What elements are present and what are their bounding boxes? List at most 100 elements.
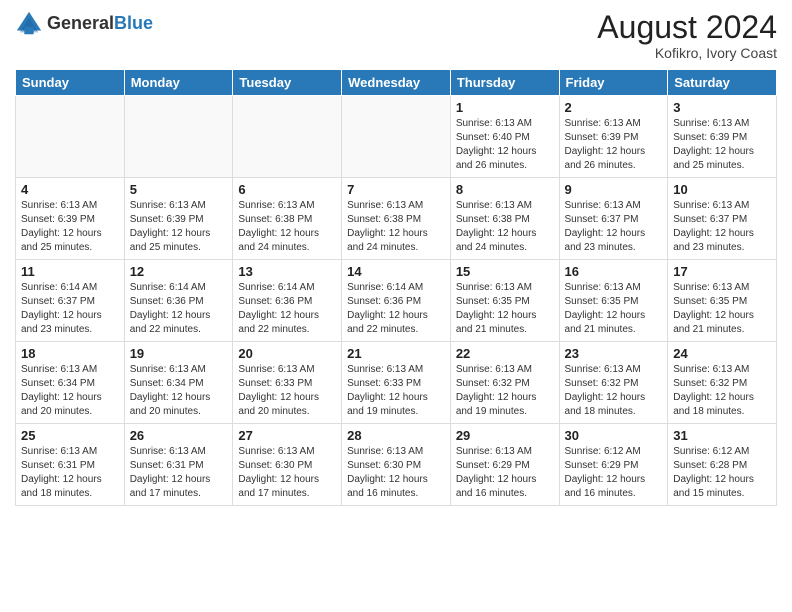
day-number: 24 xyxy=(673,346,771,361)
day-info: Sunrise: 6:12 AM Sunset: 6:28 PM Dayligh… xyxy=(673,445,771,501)
calendar-cell: 10 Sunrise: 6:13 AM Sunset: 6:37 PM Dayli… xyxy=(668,178,777,260)
day-number: 20 xyxy=(238,346,336,361)
day-info: Sunrise: 6:13 AM Sunset: 6:30 PM Dayligh… xyxy=(347,445,445,501)
calendar-cell: 3Sunrise: 6:13 AM Sunset: 6:39 PM Daylig… xyxy=(668,96,777,178)
day-number: 2 xyxy=(565,100,663,115)
day-number: 28 xyxy=(347,428,445,443)
calendar-cell: 20 Sunrise: 6:13 AM Sunset: 6:33 PM Dayli… xyxy=(233,342,342,424)
month-year: August 2024 xyxy=(597,10,777,45)
day-info: Sunrise: 6:13 AM Sunset: 6:34 PM Dayligh… xyxy=(21,363,119,419)
calendar-cell: 27 Sunrise: 6:13 AM Sunset: 6:30 PM Dayli… xyxy=(233,424,342,506)
calendar-cell: 5 Sunrise: 6:13 AM Sunset: 6:39 PM Daylig… xyxy=(124,178,233,260)
calendar-cell: 4 Sunrise: 6:13 AM Sunset: 6:39 PM Daylig… xyxy=(16,178,125,260)
day-info: Sunrise: 6:13 AM Sunset: 6:32 PM Dayligh… xyxy=(673,363,771,419)
calendar-cell: 23Sunrise: 6:13 AM Sunset: 6:32 PM Dayli… xyxy=(559,342,668,424)
col-friday: Friday xyxy=(559,70,668,96)
day-info: Sunrise: 6:13 AM Sunset: 6:34 PM Dayligh… xyxy=(130,363,228,419)
calendar-cell: 7 Sunrise: 6:13 AM Sunset: 6:38 PM Daylig… xyxy=(342,178,451,260)
calendar-week-4: 18 Sunrise: 6:13 AM Sunset: 6:34 PM Dayli… xyxy=(16,342,777,424)
day-info: Sunrise: 6:14 AM Sunset: 6:37 PM Dayligh… xyxy=(21,281,119,337)
day-info: Sunrise: 6:13 AM Sunset: 6:40 PM Dayligh… xyxy=(456,117,554,173)
calendar-cell xyxy=(124,96,233,178)
day-number: 27 xyxy=(238,428,336,443)
calendar-cell: 6Sunrise: 6:13 AM Sunset: 6:38 PM Daylig… xyxy=(233,178,342,260)
day-number: 26 xyxy=(130,428,228,443)
day-number: 4 xyxy=(21,182,119,197)
calendar-cell: 22 Sunrise: 6:13 AM Sunset: 6:32 PM Dayli… xyxy=(450,342,559,424)
logo-blue: Blue xyxy=(114,13,153,33)
day-info: Sunrise: 6:13 AM Sunset: 6:39 PM Dayligh… xyxy=(673,117,771,173)
day-number: 7 xyxy=(347,182,445,197)
calendar-week-5: 25 Sunrise: 6:13 AM Sunset: 6:31 PM Dayli… xyxy=(16,424,777,506)
calendar-cell: 19 Sunrise: 6:13 AM Sunset: 6:34 PM Dayli… xyxy=(124,342,233,424)
calendar-cell: 21 Sunrise: 6:13 AM Sunset: 6:33 PM Dayli… xyxy=(342,342,451,424)
day-number: 19 xyxy=(130,346,228,361)
day-number: 13 xyxy=(238,264,336,279)
day-info: Sunrise: 6:13 AM Sunset: 6:38 PM Dayligh… xyxy=(347,199,445,255)
day-info: Sunrise: 6:13 AM Sunset: 6:31 PM Dayligh… xyxy=(130,445,228,501)
calendar-cell: 2Sunrise: 6:13 AM Sunset: 6:39 PM Daylig… xyxy=(559,96,668,178)
calendar-cell: 9 Sunrise: 6:13 AM Sunset: 6:37 PM Daylig… xyxy=(559,178,668,260)
day-number: 17 xyxy=(673,264,771,279)
day-number: 9 xyxy=(565,182,663,197)
day-number: 14 xyxy=(347,264,445,279)
day-info: Sunrise: 6:13 AM Sunset: 6:35 PM Dayligh… xyxy=(565,281,663,337)
day-number: 31 xyxy=(673,428,771,443)
day-number: 23 xyxy=(565,346,663,361)
calendar-cell: 29Sunrise: 6:13 AM Sunset: 6:29 PM Dayli… xyxy=(450,424,559,506)
calendar-header-row: Sunday Monday Tuesday Wednesday Thursday… xyxy=(16,70,777,96)
logo-text: GeneralBlue xyxy=(47,14,153,34)
title-section: August 2024 Kofikro, Ivory Coast xyxy=(597,10,777,61)
day-info: Sunrise: 6:13 AM Sunset: 6:33 PM Dayligh… xyxy=(347,363,445,419)
day-number: 22 xyxy=(456,346,554,361)
col-sunday: Sunday xyxy=(16,70,125,96)
logo: GeneralBlue xyxy=(15,10,153,38)
day-number: 16 xyxy=(565,264,663,279)
day-number: 21 xyxy=(347,346,445,361)
day-number: 25 xyxy=(21,428,119,443)
day-info: Sunrise: 6:13 AM Sunset: 6:37 PM Dayligh… xyxy=(673,199,771,255)
header: GeneralBlue August 2024 Kofikro, Ivory C… xyxy=(15,10,777,61)
calendar-cell: 26 Sunrise: 6:13 AM Sunset: 6:31 PM Dayli… xyxy=(124,424,233,506)
day-number: 30 xyxy=(565,428,663,443)
calendar-cell: 18 Sunrise: 6:13 AM Sunset: 6:34 PM Dayli… xyxy=(16,342,125,424)
col-monday: Monday xyxy=(124,70,233,96)
day-number: 18 xyxy=(21,346,119,361)
day-info: Sunrise: 6:14 AM Sunset: 6:36 PM Dayligh… xyxy=(238,281,336,337)
day-number: 1 xyxy=(456,100,554,115)
day-info: Sunrise: 6:13 AM Sunset: 6:29 PM Dayligh… xyxy=(456,445,554,501)
calendar-cell: 24 Sunrise: 6:13 AM Sunset: 6:32 PM Dayli… xyxy=(668,342,777,424)
logo-icon xyxy=(15,10,43,38)
day-number: 8 xyxy=(456,182,554,197)
col-tuesday: Tuesday xyxy=(233,70,342,96)
calendar-cell: 30 Sunrise: 6:12 AM Sunset: 6:29 PM Dayli… xyxy=(559,424,668,506)
day-info: Sunrise: 6:12 AM Sunset: 6:29 PM Dayligh… xyxy=(565,445,663,501)
day-number: 5 xyxy=(130,182,228,197)
day-info: Sunrise: 6:13 AM Sunset: 6:39 PM Dayligh… xyxy=(130,199,228,255)
col-saturday: Saturday xyxy=(668,70,777,96)
calendar-week-2: 4 Sunrise: 6:13 AM Sunset: 6:39 PM Daylig… xyxy=(16,178,777,260)
day-number: 12 xyxy=(130,264,228,279)
day-number: 6 xyxy=(238,182,336,197)
day-info: Sunrise: 6:13 AM Sunset: 6:38 PM Dayligh… xyxy=(456,199,554,255)
calendar-cell: 31 Sunrise: 6:12 AM Sunset: 6:28 PM Dayli… xyxy=(668,424,777,506)
day-info: Sunrise: 6:13 AM Sunset: 6:32 PM Dayligh… xyxy=(456,363,554,419)
day-info: Sunrise: 6:13 AM Sunset: 6:31 PM Dayligh… xyxy=(21,445,119,501)
day-number: 11 xyxy=(21,264,119,279)
calendar-cell: 28 Sunrise: 6:13 AM Sunset: 6:30 PM Dayli… xyxy=(342,424,451,506)
logo-general: General xyxy=(47,13,114,33)
day-info: Sunrise: 6:13 AM Sunset: 6:37 PM Dayligh… xyxy=(565,199,663,255)
calendar-week-1: 1 Sunrise: 6:13 AM Sunset: 6:40 PM Daylig… xyxy=(16,96,777,178)
calendar-cell: 17 Sunrise: 6:13 AM Sunset: 6:35 PM Dayli… xyxy=(668,260,777,342)
day-info: Sunrise: 6:13 AM Sunset: 6:30 PM Dayligh… xyxy=(238,445,336,501)
calendar-cell: 13 Sunrise: 6:14 AM Sunset: 6:36 PM Dayli… xyxy=(233,260,342,342)
day-number: 15 xyxy=(456,264,554,279)
day-number: 10 xyxy=(673,182,771,197)
day-info: Sunrise: 6:13 AM Sunset: 6:35 PM Dayligh… xyxy=(673,281,771,337)
calendar-cell: 1 Sunrise: 6:13 AM Sunset: 6:40 PM Daylig… xyxy=(450,96,559,178)
day-info: Sunrise: 6:13 AM Sunset: 6:39 PM Dayligh… xyxy=(21,199,119,255)
day-info: Sunrise: 6:13 AM Sunset: 6:33 PM Dayligh… xyxy=(238,363,336,419)
day-info: Sunrise: 6:13 AM Sunset: 6:35 PM Dayligh… xyxy=(456,281,554,337)
calendar: Sunday Monday Tuesday Wednesday Thursday… xyxy=(15,69,777,506)
calendar-cell: 16 Sunrise: 6:13 AM Sunset: 6:35 PM Dayli… xyxy=(559,260,668,342)
